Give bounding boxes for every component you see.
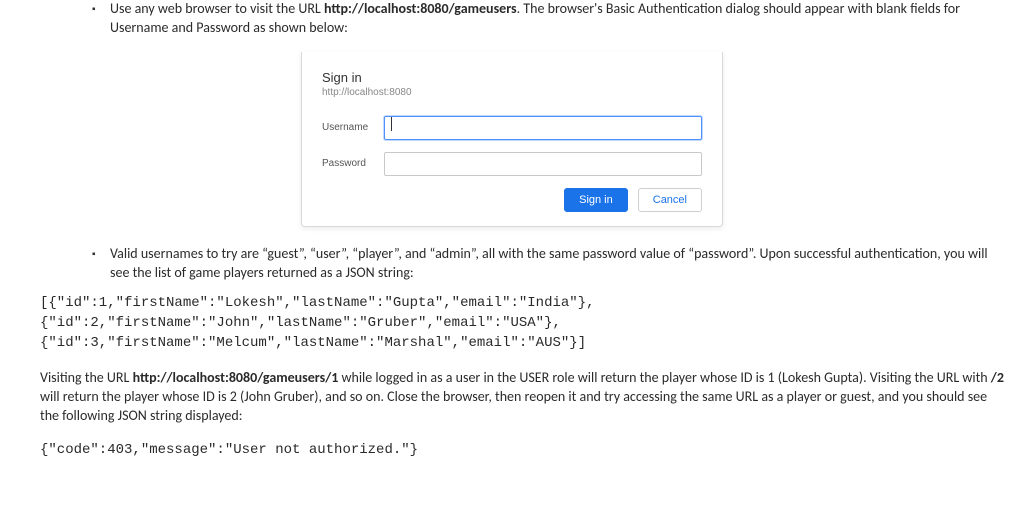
para-pre: Visiting the URL: [40, 369, 133, 386]
bullet-visit-url: Use any web browser to visit the URL htt…: [110, 0, 1004, 38]
bullet-valid-users: Valid usernames to try are “guest”, “use…: [110, 245, 1004, 283]
bullet-valid-users-text: Valid usernames to try are “guest”, “use…: [110, 245, 988, 281]
username-input[interactable]: [384, 116, 702, 140]
bullet-text-a: Use any web browser to visit the URL: [110, 0, 324, 17]
para-mid: while logged in as a user in the USER ro…: [338, 369, 990, 386]
password-row: Password: [322, 152, 702, 176]
dialog-origin: http://localhost:8080: [322, 87, 702, 98]
auth-dialog-wrap: Sign in http://localhost:8080 Username P…: [20, 52, 1004, 227]
dialog-button-row: Sign in Cancel: [322, 188, 702, 212]
text-cursor: [391, 117, 392, 131]
password-label: Password: [322, 158, 384, 169]
explanation-paragraph: Visiting the URL http://localhost:8080/g…: [20, 369, 1004, 426]
cancel-button[interactable]: Cancel: [638, 188, 702, 212]
signin-button[interactable]: Sign in: [564, 188, 628, 212]
json-error-block: {"code":403,"message":"User not authoriz…: [20, 440, 1004, 460]
para-slash2: /2: [991, 369, 1004, 386]
dialog-title: Sign in: [322, 70, 702, 85]
bullet-url: http://localhost:8080/gameusers: [324, 0, 517, 17]
password-input[interactable]: [384, 152, 702, 176]
auth-dialog: Sign in http://localhost:8080 Username P…: [301, 52, 723, 227]
json-output-block: [{"id":1,"firstName":"Lokesh","lastName"…: [20, 293, 1004, 354]
para-post: will return the player whose ID is 2 (Jo…: [40, 388, 987, 424]
username-label: Username: [322, 122, 384, 133]
para-url: http://localhost:8080/gameusers/1: [133, 369, 339, 386]
username-row: Username: [322, 116, 702, 140]
